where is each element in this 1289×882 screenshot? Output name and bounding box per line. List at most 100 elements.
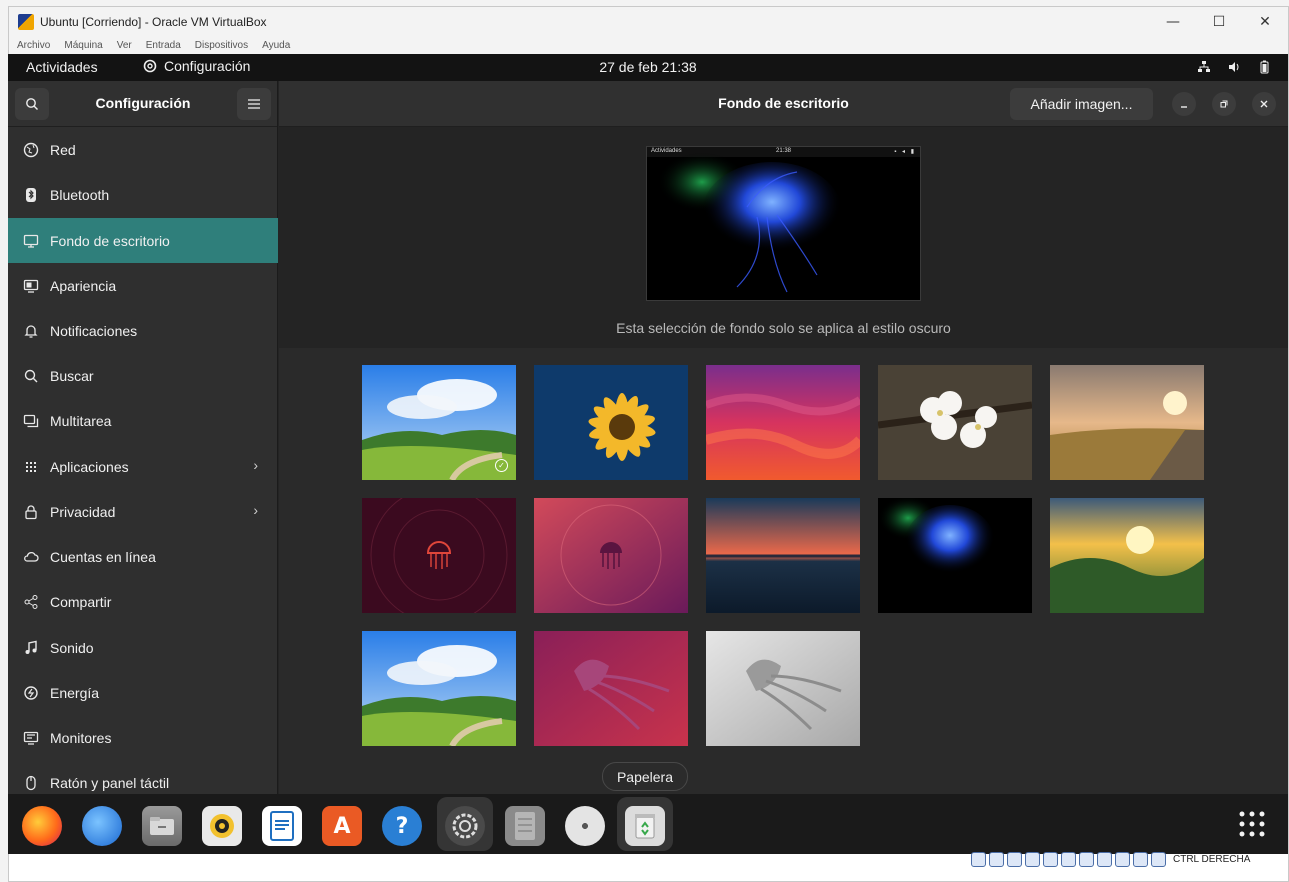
wallpaper-thumbnail[interactable] <box>534 498 688 613</box>
sidebar-item-monitores[interactable]: Monitores <box>8 715 278 760</box>
vt-x-icon[interactable] <box>1115 851 1130 867</box>
sidebar-item-label: Buscar <box>50 367 94 384</box>
wallpaper-thumbnail[interactable] <box>706 498 860 613</box>
menu-archivo[interactable]: Archivo <box>17 40 50 51</box>
rhythmbox-icon[interactable] <box>202 806 242 846</box>
wallpaper-thumbnail[interactable] <box>706 365 860 480</box>
settings-gear-icon[interactable] <box>445 806 485 846</box>
main-menu-button[interactable] <box>237 88 271 120</box>
minimize-button[interactable]: — <box>1150 7 1196 37</box>
menu-entrada[interactable]: Entrada <box>146 40 181 51</box>
share-icon <box>22 593 40 611</box>
hamburger-menu-icon <box>248 99 260 109</box>
wallpaper-preview: Actividades 21:38 ▪ ◂ ▮ <box>646 146 921 301</box>
selected-check-icon: ✓ <box>495 459 508 472</box>
content-header: Fondo de escritorio Añadir imagen... <box>279 81 1288 127</box>
wallpaper-thumbnail[interactable] <box>534 365 688 480</box>
app-grid-icon <box>1239 811 1265 837</box>
menu-maquina[interactable]: Máquina <box>64 40 102 51</box>
sidebar-item-aplicaciones[interactable]: Aplicaciones › <box>8 444 278 489</box>
power-icon <box>22 684 40 702</box>
shared-folders-icon[interactable] <box>1061 851 1076 867</box>
sidebar-item-label: Fondo de escritorio <box>50 232 170 249</box>
wallpaper-thumbnail[interactable] <box>878 365 1032 480</box>
mouse-icon <box>22 774 40 792</box>
battery-icon <box>1256 59 1272 75</box>
chevron-right-icon: › <box>253 457 258 473</box>
chevron-right-icon: › <box>253 502 258 518</box>
network-icon[interactable] <box>1025 851 1040 867</box>
maximize-button[interactable]: ☐ <box>1196 7 1242 37</box>
search-icon <box>22 367 40 385</box>
minimize-button[interactable] <box>1172 92 1196 116</box>
menu-ayuda[interactable]: Ayuda <box>262 40 290 51</box>
virtualbox-menubar: Archivo Máquina Ver Entrada Dispositivos… <box>9 37 1288 54</box>
sidebar-item-bluetooth[interactable]: Bluetooth <box>8 172 278 217</box>
gnome-topbar: Actividades Configuración 27 de feb 21:3… <box>8 54 1288 81</box>
system-status-area[interactable] <box>1196 59 1272 75</box>
recording-icon[interactable] <box>1097 851 1112 867</box>
bluetooth-icon <box>22 186 40 204</box>
cloud-icon <box>22 548 40 566</box>
wallpaper-thumbnail[interactable] <box>534 631 688 746</box>
disc-icon[interactable] <box>565 806 605 846</box>
close-button[interactable] <box>1252 92 1276 116</box>
settings-content: Fondo de escritorio Añadir imagen... Act… <box>279 81 1288 794</box>
settings-sidebar: Configuración Red Bluetooth Fondo de esc… <box>8 81 278 794</box>
close-window-button[interactable]: ✕ <box>1242 7 1288 37</box>
sidebar-item-label: Aplicaciones <box>50 458 129 475</box>
virtualbox-titlebar: Ubuntu [Corriendo] - Oracle VM VirtualBo… <box>9 7 1288 37</box>
wallpaper-thumbnail[interactable]: ✓ <box>362 365 516 480</box>
close-icon <box>1260 100 1268 108</box>
keyboard-capture-icon[interactable] <box>1151 851 1166 867</box>
sidebar-item-multitarea[interactable]: Multitarea <box>8 398 278 443</box>
wallpaper-thumbnail[interactable] <box>1050 498 1204 613</box>
sidebar-item-label: Privacidad <box>50 503 116 520</box>
sidebar-item-label: Cuentas en línea <box>50 548 156 565</box>
audio-icon[interactable] <box>1007 851 1022 867</box>
wallpaper-thumbnail[interactable] <box>706 631 860 746</box>
display-icon[interactable] <box>1079 851 1094 867</box>
thunderbird-icon[interactable] <box>82 806 122 846</box>
wallpaper-thumbnail[interactable] <box>1050 365 1204 480</box>
add-image-button[interactable]: Añadir imagen... <box>1010 88 1153 120</box>
firefox-icon[interactable] <box>22 806 62 846</box>
sidebar-item-energia[interactable]: Energía <box>8 670 278 715</box>
usb-icon[interactable] <box>1043 851 1058 867</box>
wallpaper-thumbnail[interactable] <box>362 498 516 613</box>
show-apps-button[interactable] <box>1236 808 1268 840</box>
help-icon[interactable]: ? <box>382 806 422 846</box>
sidebar-item-fondo-de-escritorio[interactable]: Fondo de escritorio <box>8 218 278 263</box>
storage-icon[interactable] <box>971 851 986 867</box>
sidebar-header: Configuración <box>8 81 277 127</box>
libreoffice-writer-icon[interactable] <box>262 806 302 846</box>
host-key-label: CTRL DERECHA <box>1173 853 1251 865</box>
server-icon[interactable] <box>505 806 545 846</box>
restore-button[interactable] <box>1212 92 1236 116</box>
sidebar-item-label: Bluetooth <box>50 186 110 203</box>
files-icon[interactable] <box>142 806 182 846</box>
sidebar-item-notificaciones[interactable]: Notificaciones <box>8 308 278 353</box>
minimize-icon <box>1181 106 1187 108</box>
sidebar-item-buscar[interactable]: Buscar <box>8 353 278 398</box>
menu-ver[interactable]: Ver <box>117 40 132 51</box>
app-center-icon[interactable]: A <box>322 806 362 846</box>
sidebar-item-red[interactable]: Red <box>8 127 278 172</box>
mouse-integration-icon[interactable] <box>1133 851 1148 867</box>
wallpaper-gallery: ✓ <box>279 348 1288 794</box>
sidebar-item-apariencia[interactable]: Apariencia <box>8 263 278 308</box>
sidebar-item-label: Notificaciones <box>50 322 138 339</box>
sidebar-item-compartir[interactable]: Compartir <box>8 579 278 624</box>
wallpaper-thumbnail[interactable] <box>878 498 1032 613</box>
sidebar-item-label: Sonido <box>50 639 94 656</box>
network-wired-icon <box>1196 59 1212 75</box>
sidebar-item-sonido[interactable]: Sonido <box>8 625 278 670</box>
sidebar-item-privacidad[interactable]: Privacidad › <box>8 489 278 534</box>
guest-screen: Actividades Configuración 27 de feb 21:3… <box>8 54 1288 854</box>
trash-icon[interactable] <box>625 806 665 846</box>
menu-dispositivos[interactable]: Dispositivos <box>195 40 248 51</box>
clock[interactable]: 27 de feb 21:38 <box>8 59 1288 75</box>
wallpaper-thumbnail[interactable] <box>362 631 516 746</box>
sidebar-item-cuentas-en-linea[interactable]: Cuentas en línea <box>8 534 278 579</box>
optical-drive-icon[interactable] <box>989 851 1004 867</box>
